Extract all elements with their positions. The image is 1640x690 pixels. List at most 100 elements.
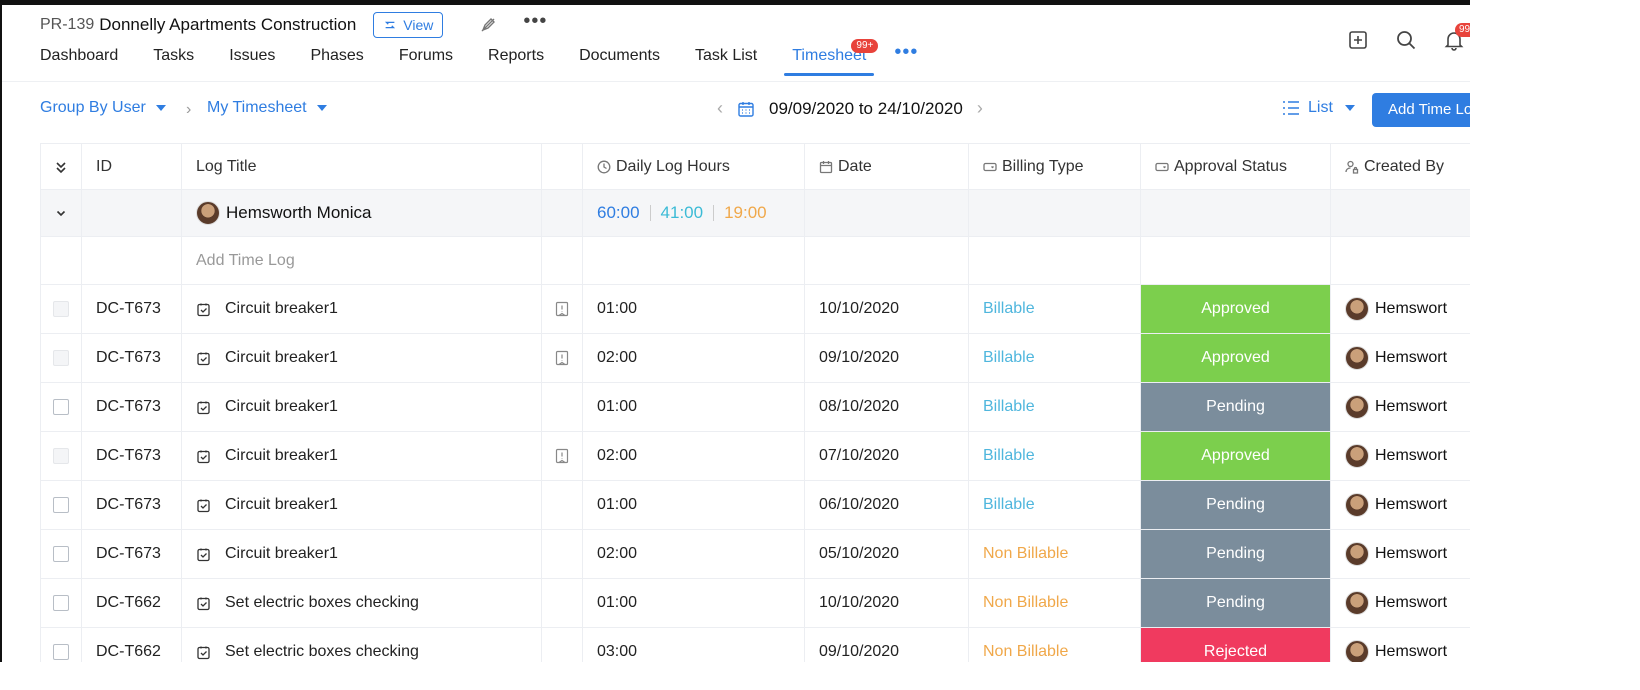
log-date[interactable]: 09/10/2020 xyxy=(805,334,969,382)
created-by[interactable]: Hemswort xyxy=(1331,481,1470,529)
approval-status[interactable]: Pending xyxy=(1141,530,1331,578)
billing-type[interactable]: Non Billable xyxy=(969,579,1141,627)
row-checkbox[interactable] xyxy=(53,448,69,464)
created-by[interactable]: Hemswort xyxy=(1331,579,1470,627)
column-header-daily-log-hours[interactable]: Daily Log Hours xyxy=(583,144,805,189)
row-checkbox[interactable] xyxy=(53,497,69,513)
tab-reports[interactable]: Reports xyxy=(488,45,544,77)
log-id[interactable]: DC-T673 xyxy=(82,383,182,431)
approval-status[interactable]: Pending xyxy=(1141,481,1331,529)
table-row[interactable]: DC-T662 Set electric boxes checking 01:0… xyxy=(40,579,1470,628)
row-checkbox[interactable] xyxy=(53,350,69,366)
tab-issues[interactable]: Issues xyxy=(229,45,275,77)
log-title[interactable]: Circuit breaker1 xyxy=(182,481,542,529)
column-header-approval-status[interactable]: Approval Status xyxy=(1141,144,1331,189)
log-hours[interactable]: 01:00 xyxy=(583,481,805,529)
tab-dashboard[interactable]: Dashboard xyxy=(40,45,118,77)
add-square-icon[interactable] xyxy=(1347,29,1369,51)
tab-task-list[interactable]: Task List xyxy=(695,45,757,77)
column-header-log-title[interactable]: Log Title xyxy=(182,144,542,189)
column-header-id[interactable]: ID xyxy=(82,144,182,189)
view-mode-dropdown[interactable]: List xyxy=(1282,99,1355,117)
log-hours[interactable]: 01:00 xyxy=(583,285,805,333)
approval-status[interactable]: Approved xyxy=(1141,334,1331,382)
billing-type[interactable]: Billable xyxy=(969,383,1141,431)
group-collapse-toggle[interactable] xyxy=(40,190,82,236)
pen-off-icon[interactable] xyxy=(479,16,497,34)
created-by[interactable]: Hemswort xyxy=(1331,285,1470,333)
bell-icon[interactable]: 99+ xyxy=(1443,23,1470,51)
table-row[interactable]: DC-T673 Circuit breaker1 02:00 05/10/202… xyxy=(40,530,1470,579)
created-by[interactable]: Hemswort xyxy=(1331,628,1470,662)
log-title[interactable]: Circuit breaker1 xyxy=(182,530,542,578)
prev-period-icon[interactable]: ‹ xyxy=(717,98,723,119)
log-hours[interactable]: 02:00 xyxy=(583,432,805,480)
billing-type[interactable]: Billable xyxy=(969,285,1141,333)
approval-status[interactable]: Pending xyxy=(1141,383,1331,431)
log-id[interactable]: DC-T662 xyxy=(82,579,182,627)
table-row[interactable]: DC-T673 Circuit breaker1 01:00 06/10/202… xyxy=(40,481,1470,530)
log-hours[interactable]: 02:00 xyxy=(583,334,805,382)
created-by[interactable]: Hemswort xyxy=(1331,334,1470,382)
billing-type[interactable]: Billable xyxy=(969,481,1141,529)
row-checkbox[interactable] xyxy=(53,399,69,415)
log-date[interactable]: 06/10/2020 xyxy=(805,481,969,529)
created-by[interactable]: Hemswort xyxy=(1331,432,1470,480)
log-date[interactable]: 09/10/2020 xyxy=(805,628,969,662)
log-hours[interactable]: 02:00 xyxy=(583,530,805,578)
row-checkbox[interactable] xyxy=(53,546,69,562)
tab-forums[interactable]: Forums xyxy=(399,45,453,77)
tab-timesheet[interactable]: Timesheet 99+ xyxy=(784,39,879,77)
date-range[interactable]: 09/09/2020 to 24/10/2020 xyxy=(769,99,963,119)
log-hours[interactable]: 03:00 xyxy=(583,628,805,662)
log-date[interactable]: 10/10/2020 xyxy=(805,579,969,627)
table-row[interactable]: DC-T662 Set electric boxes checking 03:0… xyxy=(40,628,1470,662)
billing-type[interactable]: Billable xyxy=(969,432,1141,480)
approval-status[interactable]: Pending xyxy=(1141,579,1331,627)
notes-cell[interactable] xyxy=(542,334,583,382)
table-row[interactable]: DC-T673 Circuit breaker1 01:00 08/10/202… xyxy=(40,383,1470,432)
column-header-date[interactable]: Date xyxy=(805,144,969,189)
column-header-billing-type[interactable]: Billing Type xyxy=(969,144,1141,189)
log-id[interactable]: DC-T673 xyxy=(82,432,182,480)
log-hours[interactable]: 01:00 xyxy=(583,383,805,431)
project-more-icon[interactable]: ••• xyxy=(523,11,547,34)
row-checkbox[interactable] xyxy=(53,644,69,660)
column-header-created-by[interactable]: Created By xyxy=(1331,144,1470,189)
log-id[interactable]: DC-T673 xyxy=(82,285,182,333)
log-title[interactable]: Circuit breaker1 xyxy=(182,334,542,382)
notes-cell[interactable] xyxy=(542,285,583,333)
log-hours[interactable]: 01:00 xyxy=(583,579,805,627)
tab-phases[interactable]: Phases xyxy=(310,45,363,77)
row-checkbox[interactable] xyxy=(53,595,69,611)
tab-tasks[interactable]: Tasks xyxy=(153,45,194,77)
tabs-more-icon[interactable]: ••• xyxy=(894,42,918,77)
group-by-dropdown[interactable]: Group By User xyxy=(40,99,166,117)
log-date[interactable]: 10/10/2020 xyxy=(805,285,969,333)
log-date[interactable]: 07/10/2020 xyxy=(805,432,969,480)
row-checkbox[interactable] xyxy=(53,301,69,317)
notes-cell[interactable] xyxy=(542,432,583,480)
view-button[interactable]: View xyxy=(373,12,444,38)
table-row[interactable]: DC-T673 Circuit breaker1 02:00 07/10/202… xyxy=(40,432,1470,481)
log-title[interactable]: Circuit breaker1 xyxy=(182,383,542,431)
created-by[interactable]: Hemswort xyxy=(1331,383,1470,431)
calendar-icon[interactable] xyxy=(737,100,755,118)
log-id[interactable]: DC-T673 xyxy=(82,334,182,382)
next-period-icon[interactable]: › xyxy=(977,98,983,119)
approval-note-icon[interactable] xyxy=(555,350,569,366)
log-title[interactable]: Circuit breaker1 xyxy=(182,285,542,333)
log-title[interactable]: Circuit breaker1 xyxy=(182,432,542,480)
log-id[interactable]: DC-T673 xyxy=(82,530,182,578)
log-id[interactable]: DC-T662 xyxy=(82,628,182,662)
add-time-log-link[interactable]: Add Time Log xyxy=(182,237,542,284)
billing-type[interactable]: Billable xyxy=(969,334,1141,382)
expand-all-toggle[interactable] xyxy=(40,144,82,189)
approval-status[interactable]: Approved xyxy=(1141,285,1331,333)
approval-note-icon[interactable] xyxy=(555,448,569,464)
billing-type[interactable]: Non Billable xyxy=(969,530,1141,578)
approval-status[interactable]: Rejected xyxy=(1141,628,1331,662)
created-by[interactable]: Hemswort xyxy=(1331,530,1470,578)
log-id[interactable]: DC-T673 xyxy=(82,481,182,529)
table-row[interactable]: DC-T673 Circuit breaker1 02:00 09/10/202… xyxy=(40,334,1470,383)
